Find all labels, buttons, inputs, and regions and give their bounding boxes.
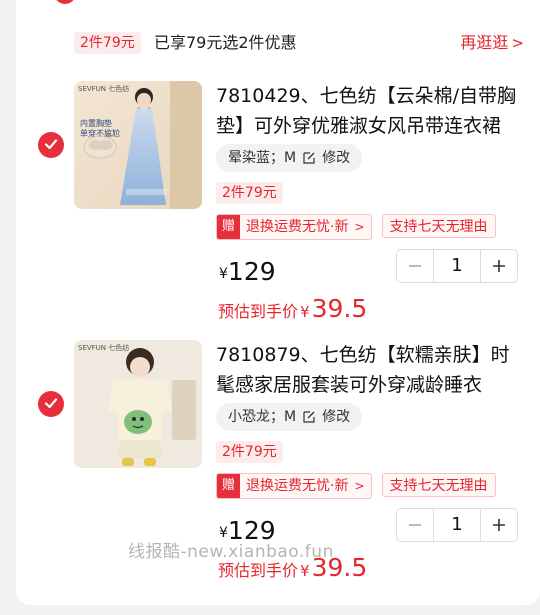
chevron-right-icon: > — [354, 220, 365, 234]
gift-mark: 赠 — [217, 215, 241, 239]
decrease-button[interactable] — [397, 509, 433, 541]
spec-selector[interactable]: 小恐龙；M 修改 — [216, 403, 363, 431]
gift-text: 退换运费无忧·新 — [246, 478, 349, 494]
deal-tag: 2件79元 — [216, 441, 283, 463]
estimated-price: 预估到手价 ¥39.5 — [218, 294, 367, 323]
quantity-stepper: 1 — [396, 249, 518, 283]
estimated-price-value: 39.5 — [311, 294, 368, 323]
product-title[interactable]: 7810429、七色纺【云朵棉/自带胸垫】可外穿优雅淑女风吊带连衣裙 — [216, 81, 521, 141]
item-checkbox[interactable] — [38, 132, 64, 158]
service-badges: 赠 退换运费无忧·新 > 支持七天无理由 — [216, 214, 496, 240]
product-thumbnail[interactable]: SEVFUN 七色纺 内置胸垫 单穿不尴尬 — [74, 81, 202, 209]
price-value: 129 — [227, 516, 276, 545]
promo-tag: 2件79元 — [74, 32, 141, 54]
plus-icon — [493, 519, 505, 531]
gift-badge[interactable]: 赠 退换运费无忧·新 > — [216, 214, 372, 240]
check-icon — [44, 139, 58, 150]
item-checkbox[interactable] — [38, 391, 64, 417]
edit-icon — [303, 152, 315, 164]
chevron-right-icon: > — [354, 479, 365, 493]
quantity-stepper: 1 — [396, 508, 518, 542]
estimated-price-label: 预估到手价 — [218, 561, 299, 580]
increase-button[interactable] — [481, 509, 517, 541]
minus-icon — [409, 265, 421, 267]
currency-symbol: ¥ — [300, 303, 310, 321]
price: ¥129 — [219, 257, 276, 286]
plus-icon — [493, 260, 505, 272]
product-thumbnail[interactable]: SEVFUN 七色纺 — [74, 340, 202, 468]
spec-selector[interactable]: 晕染蓝；M 修改 — [216, 144, 363, 172]
product-image-dress — [74, 81, 202, 209]
seven-day-return-badge: 支持七天无理由 — [381, 473, 496, 497]
price-value: 129 — [227, 257, 276, 286]
estimated-price: 预估到手价 ¥39.5 — [218, 553, 367, 582]
gift-badge[interactable]: 赠 退换运费无忧·新 > — [216, 473, 372, 499]
seven-day-return-badge: 支持七天无理由 — [381, 214, 496, 238]
edit-icon — [303, 411, 315, 423]
quantity-input[interactable]: 1 — [433, 509, 481, 541]
browse-more-link[interactable]: 再逛逛 > — [460, 31, 524, 55]
increase-button[interactable] — [481, 250, 517, 282]
cart-item: SEVFUN 七色纺 内置胸垫 单穿不尴尬 7810429、七色纺【云朵棉/自带… — [16, 81, 540, 331]
chevron-right-icon: > — [511, 34, 524, 52]
promo-row: 2件79元 已享79元选2件优惠 再逛逛 > — [74, 30, 524, 56]
currency-symbol: ¥ — [219, 266, 228, 282]
decrease-button[interactable] — [397, 250, 433, 282]
product-title[interactable]: 7810879、七色纺【软糯亲肤】时髦感家居服套装可外穿减龄睡衣 — [216, 340, 521, 400]
spec-text: 晕染蓝；M — [228, 150, 297, 166]
select-all-checkbox-partial[interactable] — [54, 0, 76, 4]
deal-tag: 2件79元 — [216, 182, 283, 204]
minus-icon — [409, 524, 421, 526]
estimated-price-label: 预估到手价 — [218, 302, 299, 321]
promo-text: 已享79元选2件优惠 — [154, 33, 297, 52]
spec-text: 小恐龙；M — [228, 409, 297, 425]
thumb-caption: 内置胸垫 单穿不尴尬 — [80, 119, 120, 138]
browse-more-label: 再逛逛 — [460, 33, 509, 52]
cart-item: SEVFUN 七色纺 7810879、七色纺【软糯亲肤】时髦感家居服套装可外穿减… — [16, 340, 540, 590]
check-icon — [44, 398, 58, 409]
cart-card: 2件79元 已享79元选2件优惠 再逛逛 > SEVFUN 七色纺 内置胸垫 单… — [16, 0, 540, 605]
brand-logo: SEVFUN 七色纺 — [78, 344, 130, 352]
product-image-pajamas — [74, 340, 202, 468]
currency-symbol: ¥ — [300, 562, 310, 580]
brand-logo: SEVFUN 七色纺 — [78, 85, 130, 93]
edit-label: 修改 — [322, 150, 351, 166]
estimated-price-value: 39.5 — [311, 553, 368, 582]
edit-label: 修改 — [322, 409, 351, 425]
currency-symbol: ¥ — [219, 525, 228, 541]
price: ¥129 — [219, 516, 276, 545]
quantity-input[interactable]: 1 — [433, 250, 481, 282]
gift-text: 退换运费无忧·新 — [246, 219, 349, 235]
service-badges: 赠 退换运费无忧·新 > 支持七天无理由 — [216, 473, 496, 499]
gift-mark: 赠 — [217, 474, 241, 498]
